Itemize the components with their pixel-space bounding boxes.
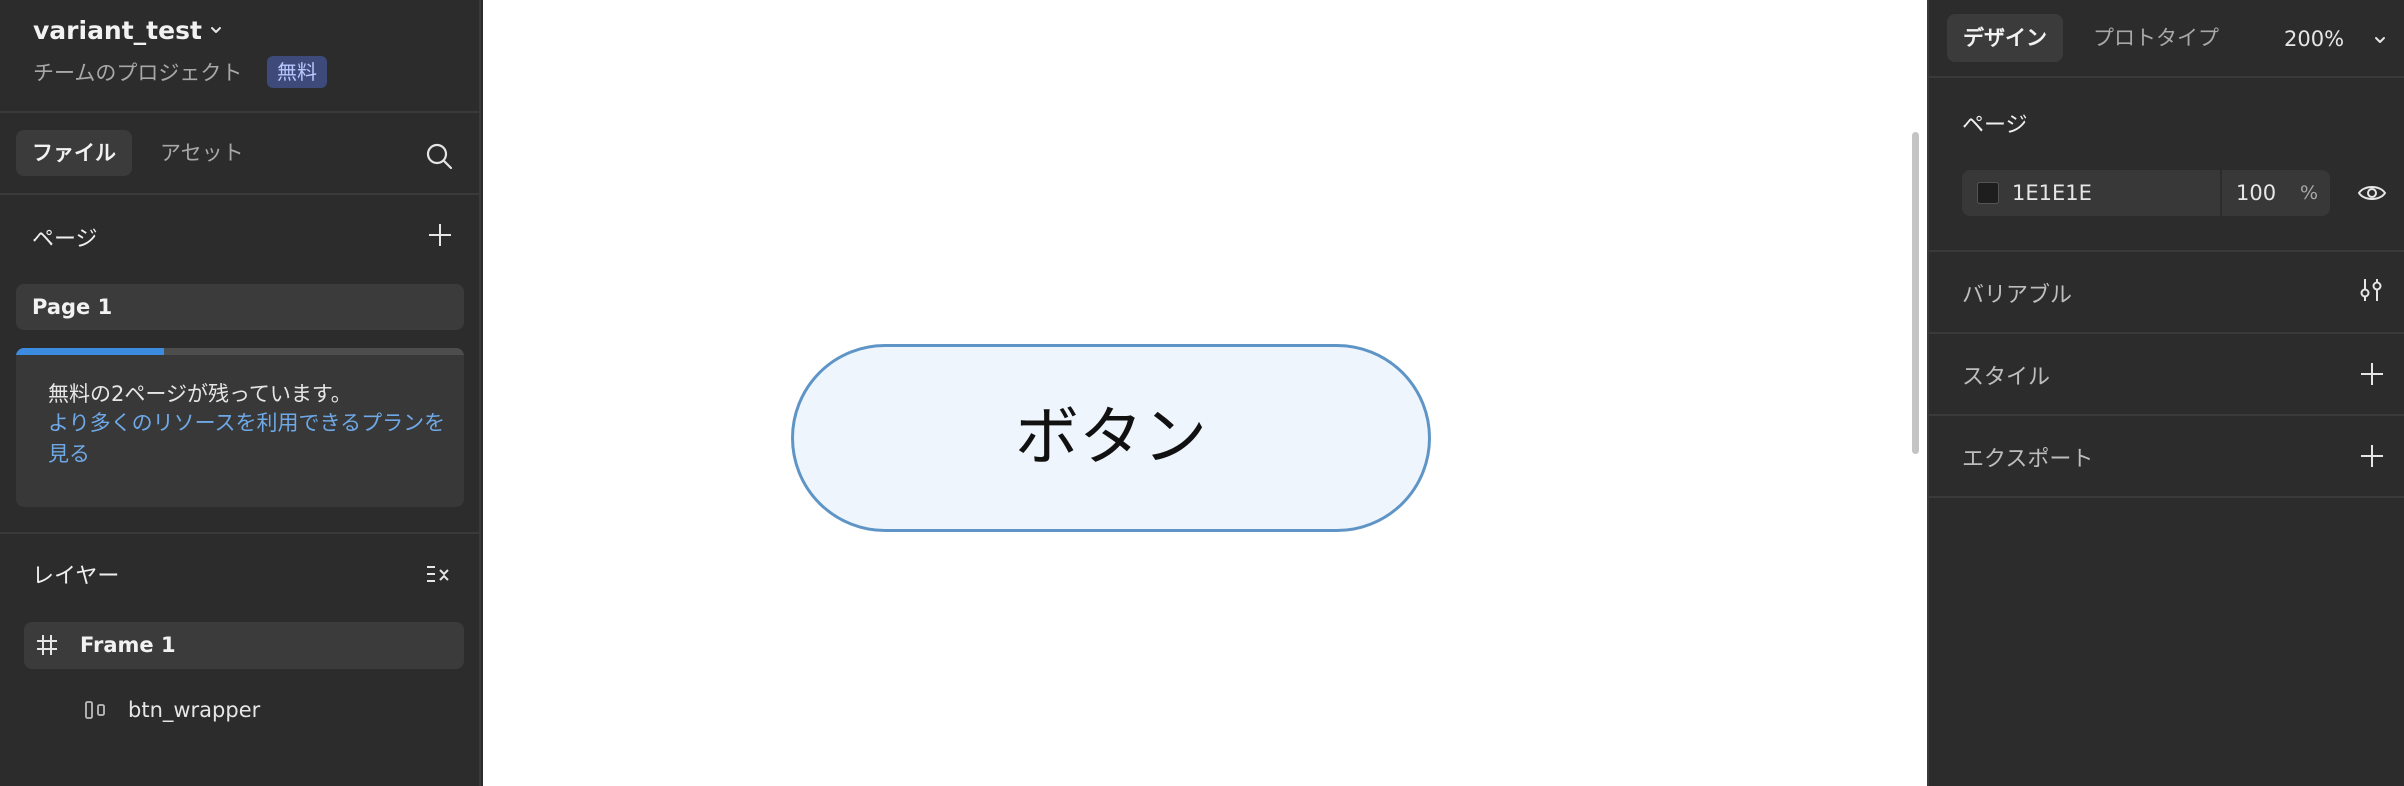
opacity-value[interactable]: 100 [2236, 181, 2276, 205]
add-export-plus-icon[interactable] [2359, 443, 2385, 469]
export-section: エクスポート [1929, 416, 2404, 498]
tab-file[interactable]: ファイル [16, 130, 132, 176]
export-section-title: エクスポート [1962, 447, 2094, 472]
left-sidebar: variant_test チームのプロジェクト 無料 ファイル アセット ページ… [0, 0, 481, 786]
zoom-level[interactable]: 200% [2284, 27, 2344, 51]
hash-frame-icon [37, 635, 57, 655]
color-hex-value[interactable]: 1E1E1E [2012, 181, 2092, 205]
styles-section: スタイル [1929, 334, 2404, 416]
layer-label: Frame 1 [80, 633, 176, 657]
variables-section-title[interactable]: バリアブル [1962, 277, 2072, 309]
sliders-icon[interactable] [2357, 276, 2385, 304]
project-team-label[interactable]: チームのプロジェクト [33, 57, 242, 87]
layer-row-child[interactable]: btn_wrapper [84, 694, 464, 730]
tab-prototype[interactable]: プロトタイプ [2077, 14, 2235, 62]
project-title[interactable]: variant_test [33, 16, 202, 45]
variables-section: バリアブル [1929, 252, 2404, 334]
divider [0, 532, 481, 534]
plan-badge: 無料 [267, 56, 327, 88]
opacity-percent-sign: % [2300, 182, 2319, 204]
chevron-down-icon[interactable] [2372, 32, 2388, 48]
upgrade-plan-link[interactable]: より多くのリソースを利用できるプランを見る [48, 408, 448, 470]
page-list-item[interactable]: Page 1 [16, 284, 464, 330]
project-header: variant_test チームのプロジェクト 無料 [0, 0, 481, 113]
page-section: ページ [1929, 80, 2404, 252]
add-page-plus-icon[interactable] [427, 222, 453, 248]
add-style-plus-icon[interactable] [2359, 361, 2385, 387]
list-collapse-icon[interactable] [424, 560, 452, 588]
layers-section-title: レイヤー [32, 564, 120, 589]
design-prototype-tabs: デザイン プロトタイプ 200% [1929, 0, 2404, 78]
search-icon[interactable] [424, 141, 454, 171]
tab-design[interactable]: デザイン [1947, 14, 2063, 62]
layer-row-frame[interactable]: Frame 1 [24, 622, 464, 669]
vertical-scrollbar[interactable] [1912, 132, 1919, 454]
page-section-title: ページ [1962, 113, 2028, 138]
right-properties-panel: デザイン プロトタイプ 200% ページ 1E1E1E 100 % バリアブル … [1927, 0, 2404, 786]
chevron-down-icon[interactable] [208, 22, 224, 38]
page-background-color-field[interactable]: 1E1E1E [1962, 170, 2220, 216]
page-item-label: Page 1 [32, 295, 113, 319]
canvas-button-component[interactable]: ボタン [791, 344, 1431, 532]
page-usage-progress-fill [16, 348, 164, 355]
layer-label: btn_wrapper [128, 698, 261, 722]
page-opacity-field[interactable]: 100 % [2222, 170, 2330, 216]
canvas-button-text: ボタン [1015, 401, 1207, 475]
autolayout-icon [85, 701, 105, 719]
color-swatch[interactable] [1977, 182, 1999, 204]
pages-section-title: ページ [32, 227, 98, 252]
design-canvas[interactable]: ボタン [483, 0, 1927, 786]
file-asset-tabs: ファイル アセット [0, 113, 481, 195]
page-usage-progress-track [16, 348, 464, 355]
upgrade-notice: 無料の2ページが残っています。 より多くのリソースを利用できるプランを見る [16, 348, 464, 507]
remaining-pages-text: 無料の2ページが残っています。 [48, 382, 352, 406]
tab-assets[interactable]: アセット [144, 130, 260, 176]
eye-icon[interactable] [2357, 180, 2387, 206]
styles-section-title: スタイル [1962, 365, 2051, 390]
